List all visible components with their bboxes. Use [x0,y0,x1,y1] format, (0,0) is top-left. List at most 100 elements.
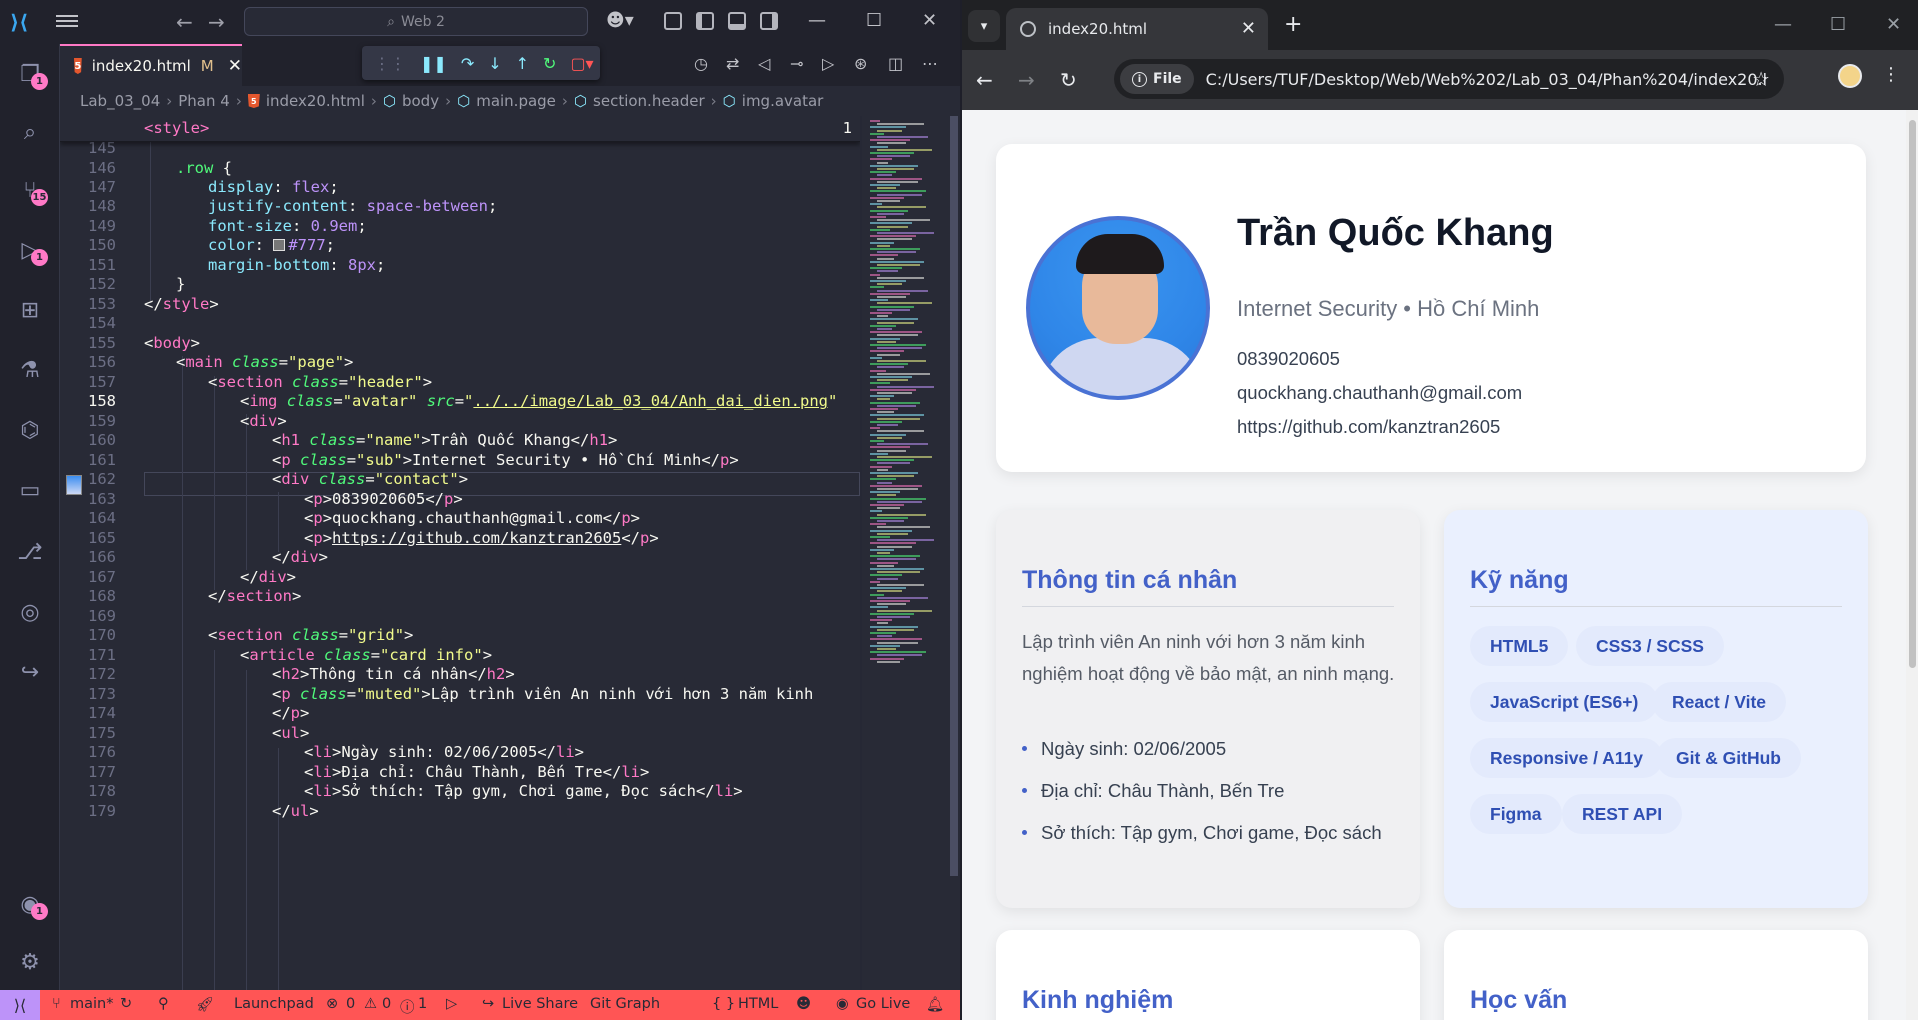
reload-icon[interactable]: ↻ [1060,68,1077,92]
open-changes-icon[interactable]: ⊛ [854,54,867,73]
breadcrumb-item[interactable]: index20.html [266,92,365,110]
compare-icon[interactable]: ⇄ [726,54,739,73]
tab-index20-html[interactable]: 5 index20.html M ✕ [60,44,242,86]
extensions-icon[interactable]: ⊞ [12,292,48,328]
minimap-line [877,180,918,183]
tab-close-icon[interactable]: ✕ [1241,18,1256,39]
sync-icon[interactable]: ↻ [120,996,132,1012]
editor-scrollbar[interactable] [950,116,958,876]
pause-icon[interactable]: ❚❚ [420,54,447,73]
split-editor-icon[interactable]: ◫ [888,54,903,73]
close-icon[interactable]: ✕ [1886,14,1901,35]
browser-tab[interactable]: index20.html ✕ [1006,8,1268,50]
forward-arrow-icon[interactable]: → [208,10,225,34]
profile-avatar[interactable] [1838,64,1862,88]
ports-count[interactable]: 1 [418,996,427,1012]
minimize-icon[interactable]: — [1774,14,1792,35]
minimap-line [877,596,928,599]
scrollbar-thumb[interactable] [1909,120,1916,668]
minimap-line [870,542,916,545]
address-bar[interactable]: i File C:/Users/TUF/Desktop/Web/Web%202/… [1114,59,1784,99]
minimap-line [870,344,926,346]
minimap-line [870,337,900,340]
accounts-icon[interactable]: ◉ 1 [12,886,48,922]
step-into-icon[interactable]: ↓ [488,54,501,73]
live-share-label[interactable]: Live Share [502,996,578,1012]
restart-icon[interactable]: ↻ [543,54,556,73]
remote-explorer-icon[interactable]: ◎ [12,594,48,630]
minimize-icon[interactable]: — [808,10,826,31]
error-count[interactable]: 0 [346,996,355,1012]
folder-icon[interactable]: ▭ [12,472,48,508]
minimap-line [870,305,914,308]
url-text[interactable]: C:/Users/TUF/Desktop/Web/Web%202/Lab_03_… [1206,70,1766,89]
branch-label[interactable]: main* [70,996,113,1012]
breadcrumb-item[interactable]: body [402,92,439,110]
menu-icon[interactable] [56,12,78,30]
page-scrollbar[interactable] [1906,110,1918,1020]
testing-icon[interactable]: ⚗ [12,352,48,388]
forward-arrow-icon[interactable]: → [1018,68,1035,92]
notifications-icon[interactable]: 🔔︎ [926,996,944,1013]
stop-icon[interactable]: ▢▾ [570,54,593,73]
customize-layout-icon[interactable] [664,12,682,30]
language-mode[interactable]: HTML [738,996,778,1012]
accounts-badge: 1 [31,903,48,920]
warning-count[interactable]: 0 [382,996,391,1012]
breadcrumb-item[interactable]: main.page [476,92,556,110]
maximize-icon[interactable]: ☐ [1830,14,1846,35]
back-arrow-icon[interactable]: ← [976,68,993,92]
tab-close-icon[interactable]: ✕ [228,56,242,76]
toggle-secondary-sidebar-icon[interactable] [760,12,778,30]
new-tab-icon[interactable]: + [1284,12,1302,37]
explorer-badge: 1 [31,73,48,90]
copilot-status-icon[interactable]: ☻ [796,996,811,1012]
remote-indicator-icon[interactable]: ⟩⟨ [0,990,40,1020]
publish-icon[interactable]: ⚲ [158,996,169,1012]
site-info-chip[interactable]: i File [1120,64,1194,94]
browser-tab-title: index20.html [1048,20,1148,38]
step-over-icon[interactable]: ↷ [461,54,474,73]
minimap-line [877,443,928,446]
python-icon[interactable]: ⌬ [12,412,48,448]
search-icon[interactable]: ⌕ [12,114,48,150]
breadcrumb-item[interactable]: section.header [593,92,705,110]
run-debug-icon[interactable]: ▷ 1 [12,232,48,268]
toggle-panel-icon[interactable] [728,12,746,30]
more-menu-icon[interactable]: ⋮ [1882,64,1900,85]
breadcrumb-item[interactable]: img.avatar [742,92,824,110]
timeline-icon[interactable]: ◷ [694,54,708,73]
code-editor[interactable]: 1 <style> 144145146147148149150151152153… [60,116,860,990]
git-graph-label[interactable]: Git Graph [590,996,660,1012]
toggle-sidebar-icon[interactable] [696,12,714,30]
run-icon[interactable]: ▷ [446,996,457,1012]
commit-icon[interactable]: ⊸ [790,54,803,73]
minimap-line [870,318,918,321]
minimap-line [877,168,914,170]
step-out-icon[interactable]: ↑ [516,54,529,73]
go-live-label[interactable]: Go Live [856,996,910,1012]
minimap[interactable] [862,116,960,990]
copilot-icon[interactable]: ☻▾ [606,10,634,31]
explorer-icon[interactable]: ❐ 1 [12,56,48,92]
back-arrow-icon[interactable]: ← [176,10,193,34]
live-share-icon[interactable]: ↪ [12,654,48,690]
more-actions-icon[interactable]: ⋯ [922,54,938,73]
source-control-icon[interactable]: ⑂ 15 [12,172,48,208]
bookmark-star-icon[interactable]: ☆ [1752,67,1770,91]
breadcrumb-item[interactable]: Lab_03_04 [80,92,160,110]
image-preview-thumbnail[interactable] [66,475,82,495]
maximize-icon[interactable]: ☐ [866,10,882,31]
sticky-scroll[interactable]: 1 <style> [60,116,860,142]
close-icon[interactable]: ✕ [922,10,937,31]
command-center-search[interactable]: ⌕ Web 2 [244,7,588,36]
launchpad-label[interactable]: Launchpad [234,996,314,1012]
drag-handle-icon[interactable]: ⋮⋮ [374,54,406,73]
minimap-line [870,369,886,372]
go-back-change-icon[interactable]: ◁ [758,54,770,73]
breadcrumb-item[interactable]: Phan 4 [178,92,230,110]
git-graph-icon[interactable]: ⎇ [12,534,48,570]
tab-search-dropdown-icon[interactable]: ▾ [968,10,1000,42]
go-next-change-icon[interactable]: ▷ [822,54,834,73]
settings-gear-icon[interactable]: ⚙ [12,944,48,980]
